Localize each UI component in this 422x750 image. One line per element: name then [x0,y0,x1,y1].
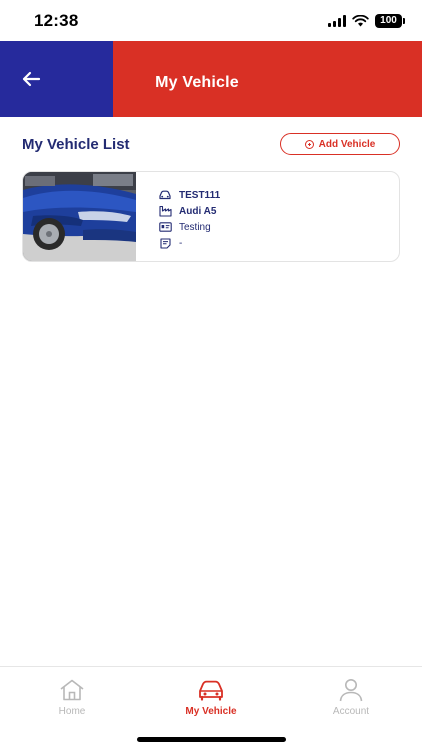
factory-icon [158,205,172,217]
vehicle-note: - [179,237,183,249]
vehicle-plate-row: TEST111 [158,187,399,203]
vehicle-note-row: - [158,235,399,251]
id-card-icon [158,221,172,233]
wifi-icon [352,15,369,27]
vehicle-plate: TEST111 [179,189,221,201]
status-bar: 12:38 100 [0,0,422,40]
vehicle-card[interactable]: TEST111 Audi A5 Testing - [22,171,400,262]
signal-icon [328,15,346,27]
status-time: 12:38 [34,11,79,30]
note-icon [158,237,172,249]
status-icons: 100 [328,13,405,29]
app-header: My Vehicle [0,41,422,117]
vehicle-status-row: Testing [158,219,399,235]
user-icon [339,679,363,702]
nav-label-home: Home [58,706,86,717]
screen: 12:38 100 My Vehicle My Vehicle List Add… [0,0,422,750]
car-icon [158,189,172,201]
vehicle-model: Audi A5 [179,205,217,217]
nav-label-account: Account [332,706,370,717]
add-vehicle-label: Add Vehicle [318,138,376,150]
vehicle-list-title: My Vehicle List [22,136,130,153]
vehicle-photo [23,172,136,261]
page-title: My Vehicle [155,74,239,91]
battery-icon: 100 [375,14,405,28]
vehicle-model-row: Audi A5 [158,203,399,219]
nav-item-home[interactable]: Home [22,677,122,717]
home-icon [60,679,84,701]
vehicle-info: TEST111 Audi A5 Testing - [136,172,399,261]
vehicle-status: Testing [179,221,211,233]
nav-item-account[interactable]: Account [301,677,401,717]
add-circle-icon [304,139,314,149]
home-indicator [137,737,286,742]
car-icon [199,680,223,701]
nav-label-my-vehicle: My Vehicle [185,706,237,717]
add-vehicle-button[interactable]: Add Vehicle [280,133,400,155]
nav-item-my-vehicle[interactable]: My Vehicle [161,677,261,717]
